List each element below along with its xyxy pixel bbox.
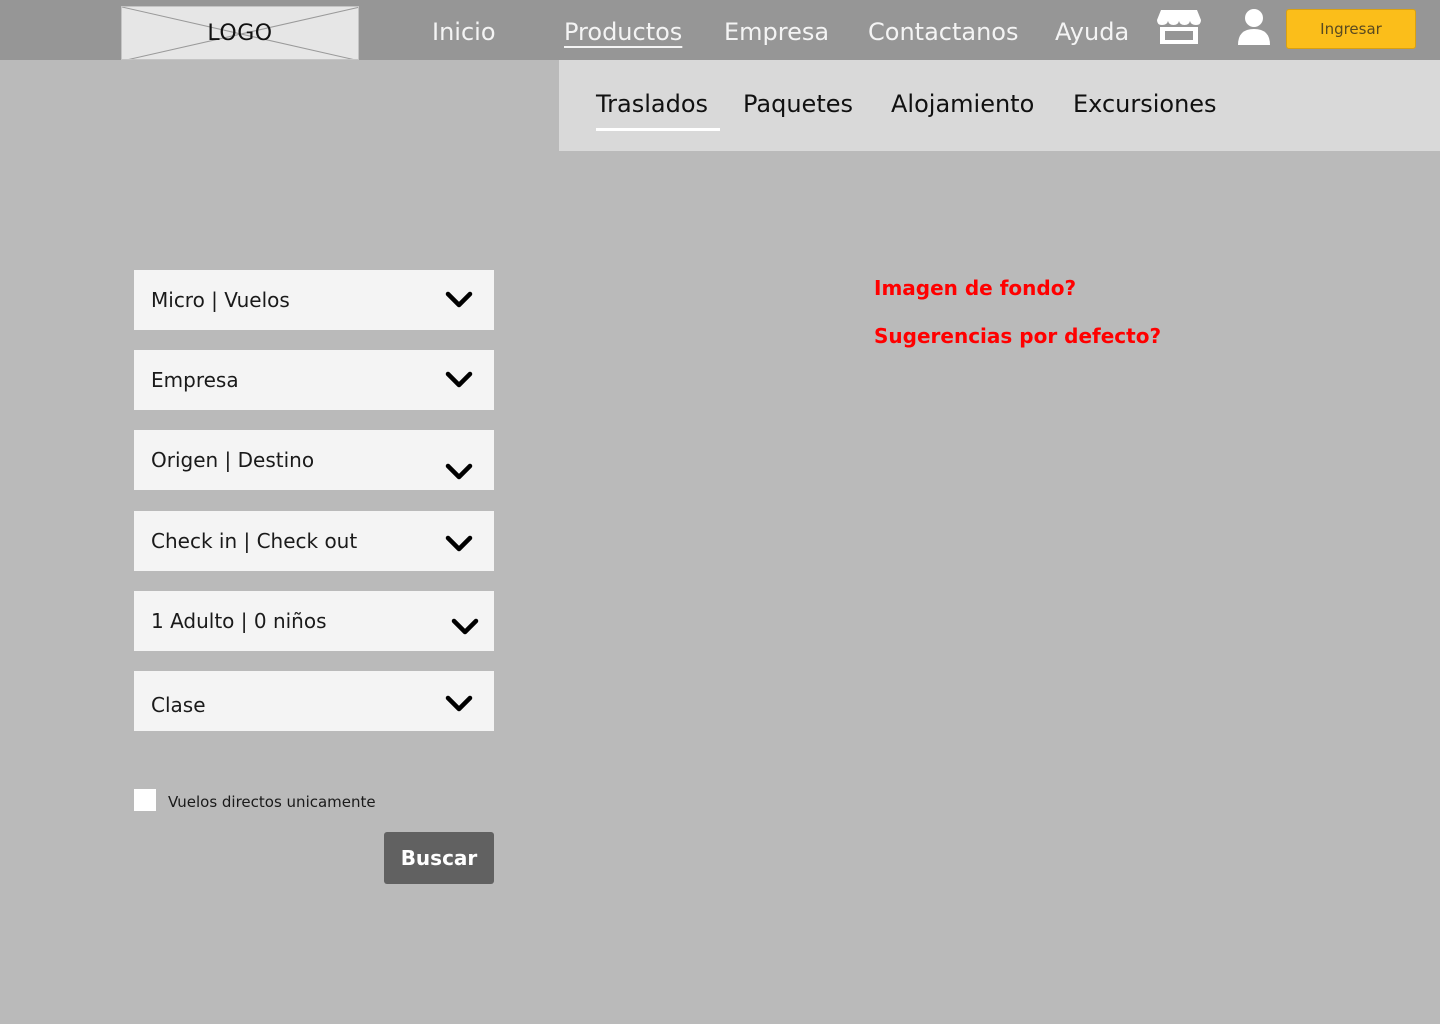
tab-excursiones[interactable]: Excursiones <box>1073 90 1217 118</box>
field-label: Micro | Vuelos <box>151 288 290 312</box>
nav-link-ayuda[interactable]: Ayuda <box>1055 18 1129 46</box>
direct-flights-checkbox[interactable] <box>134 789 156 811</box>
logo-placeholder[interactable]: LOGO <box>121 6 359 60</box>
search-button[interactable]: Buscar <box>384 832 494 884</box>
class-select[interactable]: Clase <box>134 671 494 731</box>
nav-link-empresa[interactable]: Empresa <box>724 18 829 46</box>
field-label: Clase <box>151 693 206 717</box>
chevron-down-icon <box>445 291 473 308</box>
direct-flights-label: Vuelos directos unicamente <box>168 793 376 811</box>
checkin-checkout-select[interactable]: Check in | Check out <box>134 511 494 571</box>
chevron-down-icon <box>445 535 473 552</box>
top-navbar: LOGO Inicio Productos Empresa Contactano… <box>0 0 1440 60</box>
chevron-down-icon <box>451 618 479 635</box>
store-icon[interactable] <box>1156 8 1202 46</box>
origin-destination-select[interactable]: Origen | Destino <box>134 430 494 490</box>
tab-paquetes[interactable]: Paquetes <box>743 90 853 118</box>
nav-link-productos[interactable]: Productos <box>564 18 682 46</box>
user-icon[interactable] <box>1236 8 1272 46</box>
note-default-suggestions: Sugerencias por defecto? <box>874 324 1162 348</box>
field-label: 1 Adulto | 0 niños <box>151 609 327 633</box>
nav-link-inicio[interactable]: Inicio <box>432 18 496 46</box>
chevron-down-icon <box>445 371 473 388</box>
field-label: Empresa <box>151 368 239 392</box>
passengers-select[interactable]: 1 Adulto | 0 niños <box>134 591 494 651</box>
transport-type-select[interactable]: Micro | Vuelos <box>134 270 494 330</box>
tab-alojamiento[interactable]: Alojamiento <box>891 90 1034 118</box>
logo-text: LOGO <box>207 21 273 46</box>
login-button[interactable]: Ingresar <box>1286 9 1416 49</box>
chevron-down-icon <box>445 463 473 480</box>
active-tab-indicator <box>596 128 720 131</box>
chevron-down-icon <box>445 695 473 712</box>
tab-traslados[interactable]: Traslados <box>596 90 708 118</box>
field-label: Origen | Destino <box>151 448 315 472</box>
note-background-image: Imagen de fondo? <box>874 276 1077 300</box>
nav-link-contactanos[interactable]: Contactanos <box>868 18 1018 46</box>
field-label: Check in | Check out <box>151 529 358 553</box>
company-select[interactable]: Empresa <box>134 350 494 410</box>
